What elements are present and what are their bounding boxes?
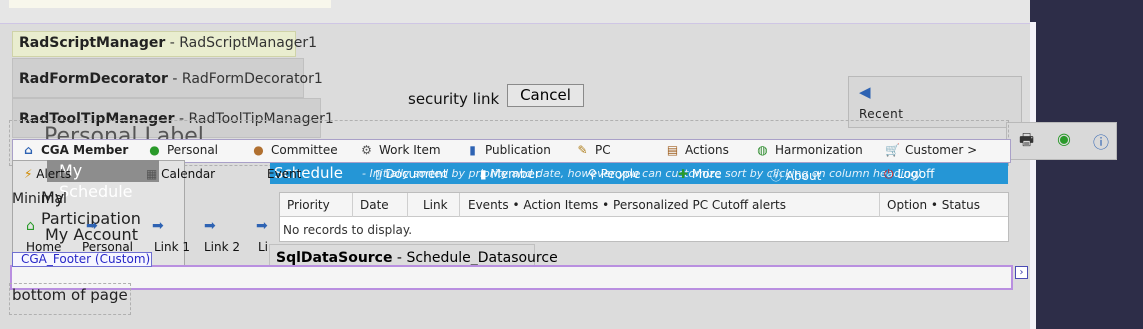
cart-icon: 🛒 <box>885 143 900 157</box>
schedule-grid: Priority Date Link Events • Action Items… <box>279 192 1009 242</box>
column-divider <box>459 193 460 217</box>
submenu-event[interactable]: Event <box>267 167 301 181</box>
my-label: My <box>41 188 65 207</box>
column-date[interactable]: Date <box>360 198 389 212</box>
recent-label: Recent <box>859 107 904 121</box>
clipboard-icon: ▤ <box>666 143 679 157</box>
home-icon: ⌂ <box>24 143 33 157</box>
control-type: SqlDataSource <box>276 250 393 266</box>
person-icon: ● <box>149 143 160 157</box>
link-li[interactable]: Li <box>258 240 268 254</box>
footer-label[interactable]: CGA_Footer (Custom) <box>12 252 152 267</box>
submenu-calendar[interactable]: ▦ Calendar <box>146 167 215 181</box>
document-icon: ▯ <box>375 167 386 181</box>
calendar-icon: ▦ <box>146 167 162 181</box>
grid-header: Priority Date Link Events • Action Items… <box>280 193 1008 217</box>
menu-label: Work Item <box>379 143 441 157</box>
submenu-label: Logoff <box>897 167 935 181</box>
right-toolbar: 🖶 ◉ ⓘ <box>1006 122 1117 160</box>
menu-label: Committee <box>271 143 338 157</box>
submenu-member[interactable]: ▮ Member <box>480 167 540 181</box>
arrow-right-icon: ➡ <box>256 218 268 234</box>
submenu-alerts[interactable]: ⚡ Alerts <box>24 167 71 181</box>
cancel-button[interactable]: Cancel <box>507 84 584 107</box>
submenu-label: Document <box>385 167 448 181</box>
submenu-people[interactable]: ⚲ People <box>588 167 640 181</box>
menu-item-harmonization[interactable]: ◍ Harmonization <box>755 143 863 157</box>
column-divider <box>352 193 353 217</box>
footer-region <box>10 265 1013 290</box>
control-id: RadScriptManager1 <box>179 35 317 51</box>
home-icon: ⌂ <box>26 218 35 234</box>
column-option-status[interactable]: Option • Status <box>887 198 980 212</box>
menu-item-personal[interactable]: ● Personal <box>147 143 218 157</box>
globe-icon: ◍ <box>757 143 768 157</box>
back-arrow-icon[interactable]: ◀ <box>859 83 871 101</box>
menu-label: PC <box>595 143 611 157</box>
menu-item-customer[interactable]: 🛒 Customer > <box>885 143 977 157</box>
link-2[interactable]: Link 2 <box>204 240 240 254</box>
column-divider <box>407 193 408 217</box>
right-dark-band <box>1030 0 1143 329</box>
help-icon[interactable]: ⓘ <box>1093 129 1109 153</box>
submenu-document[interactable]: ▯ Document <box>375 167 448 181</box>
menu-item-actions[interactable]: ▤ Actions <box>665 143 729 157</box>
sub-menu: ⚡ Alerts ▦ Calendar Event ▯ Document ▮ M… <box>12 163 1011 184</box>
arrow-right-icon: ➡ <box>152 218 164 234</box>
submenu-label: Alerts <box>36 167 72 181</box>
submenu-label: More <box>691 167 722 181</box>
chevron-right-icon[interactable]: › <box>1015 266 1028 279</box>
control-id: RadFormDecorator1 <box>181 71 323 87</box>
arrow-right-icon: ➡ <box>204 218 216 234</box>
security-link[interactable]: security link <box>408 90 499 108</box>
member-icon: ▮ <box>480 167 491 181</box>
menu-label: Actions <box>685 143 729 157</box>
grid-empty-message: No records to display. <box>283 223 413 237</box>
column-priority[interactable]: Priority <box>287 198 330 212</box>
control-id: Schedule_Datasource <box>406 250 558 266</box>
quick-links: ⌂ Home ➡ Personal ➡ Link 1 ➡ Link 2 ➡ Li <box>12 211 274 257</box>
menu-label: CGA Member <box>41 143 129 157</box>
menu-item-publication[interactable]: ▮ Publication <box>465 143 551 157</box>
column-divider <box>879 193 880 217</box>
submenu-label: People <box>600 167 641 181</box>
control-type: RadScriptManager <box>19 35 166 51</box>
submenu-more[interactable]: ✚ More <box>678 167 722 181</box>
menu-label: Personal <box>167 143 219 157</box>
people-icon: ⚲ <box>588 167 601 181</box>
submenu-label: About <box>785 169 822 183</box>
arrow-right-icon: ➡ <box>86 218 98 234</box>
top-placeholder <box>9 0 331 8</box>
status-icon[interactable]: ◉ <box>1057 129 1071 148</box>
edit-icon: ✎ <box>577 143 588 157</box>
rad-form-decorator[interactable]: RadFormDecorator - RadFormDecorator1 <box>12 58 323 98</box>
right-band-edge <box>1030 22 1036 329</box>
book-icon: ▮ <box>469 143 476 157</box>
submenu-label: Event <box>267 167 302 181</box>
submenu-label: Calendar <box>161 167 216 181</box>
lightning-icon: ⚡ <box>24 167 37 181</box>
control-type: RadFormDecorator <box>19 71 168 87</box>
plus-icon: ✚ <box>678 167 692 181</box>
column-link[interactable]: Link <box>423 198 448 212</box>
power-icon: ⏻ <box>884 167 898 181</box>
menu-label: Harmonization <box>775 143 863 157</box>
bottom-text: bottom of page <box>12 286 128 304</box>
submenu-about[interactable]: ⓘ About <box>770 167 821 184</box>
submenu-label: Member <box>490 167 540 181</box>
gear-icon: ⚙ <box>361 143 372 157</box>
menu-item-committee[interactable]: ● Committee <box>251 143 338 157</box>
submenu-logoff[interactable]: ⏻ Logoff <box>884 167 934 182</box>
info-icon: ⓘ <box>770 169 786 183</box>
menu-item-work-item[interactable]: ⚙ Work Item <box>359 143 441 157</box>
menu-label: Customer > <box>905 143 978 157</box>
group-icon: ● <box>253 143 264 157</box>
link-1[interactable]: Link 1 <box>154 240 190 254</box>
menu-item-cga-member[interactable]: ⌂ CGA Member <box>21 143 128 157</box>
column-events[interactable]: Events • Action Items • Personalized PC … <box>468 198 786 212</box>
menu-label: Publication <box>485 143 551 157</box>
printer-icon[interactable]: 🖶 <box>1019 129 1034 156</box>
menu-item-pc[interactable]: ✎ PC <box>575 143 611 157</box>
rad-script-manager[interactable]: RadScriptManager - RadScriptManager1 <box>12 31 317 57</box>
